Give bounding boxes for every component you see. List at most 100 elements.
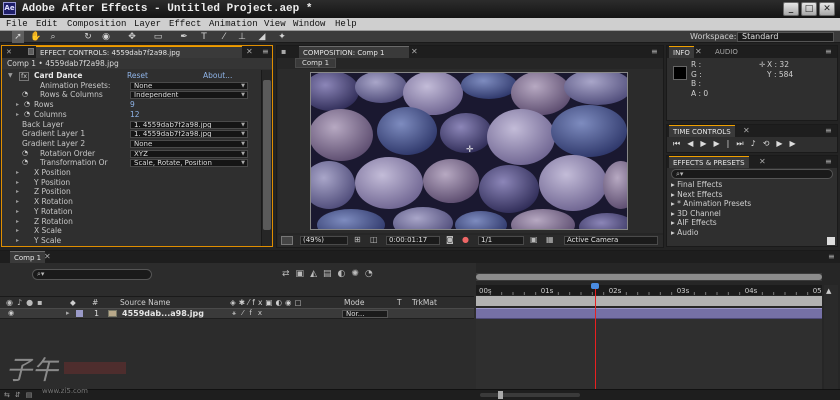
list-item[interactable]: ▸ 3D Channel	[671, 209, 721, 219]
menu-effect[interactable]: Effect	[169, 18, 201, 31]
rectangle-mask-icon[interactable]: ▭	[152, 31, 164, 43]
tab-close-icon[interactable]: ✕	[759, 157, 766, 166]
magnification-dropdown[interactable]: (49%)	[300, 236, 348, 245]
menu-animation[interactable]: Animation	[209, 18, 258, 31]
effects-search-input[interactable]: ⌕▾	[671, 169, 833, 179]
panel-menu-icon[interactable]: ✕	[6, 48, 12, 56]
effect-property-row[interactable]: Back Layer 1. 4559dab7f2a98.jpg	[2, 120, 260, 130]
tab-close-icon[interactable]: ✕	[695, 47, 702, 56]
tab-effects-presets[interactable]: EFFECTS & PRESETS	[669, 156, 749, 168]
effect-property-row[interactable]: ▸ Y Scale	[2, 236, 260, 246]
ram-preview-icon[interactable]: ▶▶	[776, 139, 802, 148]
transparency-grid-icon[interactable]: ▦	[546, 235, 554, 244]
always-preview-icon[interactable]	[281, 236, 293, 245]
property-value[interactable]: 12	[130, 110, 140, 120]
twirl-closed-icon[interactable]: ▸	[16, 236, 19, 246]
rotate-tool-icon[interactable]: ↻	[82, 31, 94, 43]
clone-stamp-icon[interactable]: ⊥	[236, 31, 248, 43]
view-dropdown[interactable]: Active Camera	[564, 236, 658, 245]
menu-help[interactable]: Help	[335, 18, 357, 31]
eye-icon[interactable]: ◉	[8, 309, 14, 318]
selection-tool-icon[interactable]: ➚	[12, 31, 24, 43]
menu-view[interactable]: View	[264, 18, 286, 31]
shy-icon[interactable]: ◭	[310, 269, 323, 279]
column-source-name[interactable]: Source Name	[120, 298, 170, 308]
comp-mini-flowchart-icon[interactable]: ⇄	[282, 269, 296, 279]
pan-behind-icon[interactable]: ✥	[126, 31, 138, 43]
property-dropdown[interactable]: 1. 4559dab7f2a98.jpg	[130, 130, 248, 139]
time-navigator[interactable]	[476, 273, 822, 281]
stopwatch-icon[interactable]: ◔	[22, 158, 28, 168]
layer-switches[interactable]: ⚹⁄fx	[232, 309, 268, 318]
table-row[interactable]: ◉ ▸ 1 4559dab...a98.jpg ⚹⁄fx Nor...	[0, 308, 474, 319]
stopwatch-icon[interactable]: ◔	[22, 90, 28, 100]
menu-file[interactable]: File	[6, 18, 28, 31]
property-dropdown[interactable]: 1. 4559dab7f2a98.jpg	[130, 120, 248, 129]
effect-property-row[interactable]: ▸ Y Position	[2, 178, 260, 188]
twirl-closed-icon[interactable]: ▸	[16, 207, 19, 217]
audio-icon[interactable]: ♪	[751, 139, 763, 148]
effect-controls-scrollbar[interactable]	[261, 70, 272, 246]
tab-effect-controls[interactable]: EFFECT CONTROLS: 4559dab7f2a98.jpg	[36, 46, 242, 58]
panel-options-icon[interactable]: ≡	[651, 47, 658, 56]
label-color-swatch[interactable]	[76, 310, 83, 317]
zoom-slider-thumb[interactable]	[498, 391, 503, 399]
menu-edit[interactable]: Edit	[36, 18, 58, 31]
tab-audio[interactable]: AUDIO	[711, 46, 742, 58]
brush-tool-icon[interactable]: ⁄	[218, 31, 230, 43]
playhead-handle[interactable]	[590, 283, 599, 289]
twirl-open-icon[interactable]: ▼	[8, 71, 13, 81]
list-item[interactable]: ▸ Next Effects	[671, 190, 723, 200]
last-frame-icon[interactable]: ⏭	[736, 139, 750, 148]
effect-property-row[interactable]: ◔ Rows & Columns Independent	[2, 90, 260, 100]
puppet-pin-icon[interactable]: ✦	[276, 31, 288, 43]
navigator-bar[interactable]	[476, 274, 822, 280]
playhead[interactable]	[594, 283, 596, 391]
channel-icon[interactable]: ●	[462, 235, 469, 244]
list-item[interactable]: ▸ Audio	[671, 228, 698, 238]
safe-zones-icon[interactable]: ⊞	[354, 235, 361, 244]
maximize-button[interactable]: □	[801, 2, 817, 16]
effect-property-row[interactable]: ◔ Transformation Or Scale, Rotate, Positio…	[2, 158, 260, 168]
effect-property-row[interactable]: Animation Presets: None	[2, 81, 260, 91]
first-frame-icon[interactable]: ⏮	[673, 139, 687, 148]
effect-property-row[interactable]: ▸ X Rotation	[2, 197, 260, 207]
tab-close-icon[interactable]: ✕	[743, 126, 750, 135]
effect-property-row[interactable]: ▸ X Position	[2, 168, 260, 178]
minimize-button[interactable]: _	[783, 2, 799, 16]
timeline-empty-area[interactable]	[476, 319, 822, 391]
effect-property-row[interactable]: ▸ X Scale	[2, 226, 260, 236]
effect-property-row[interactable]: ▸ Z Position	[2, 187, 260, 197]
graph-editor-icon[interactable]: ◔	[365, 269, 379, 279]
property-value[interactable]: 9	[130, 100, 135, 110]
scrollbar-thumb[interactable]	[263, 80, 271, 230]
property-dropdown[interactable]: Independent	[130, 91, 248, 100]
comp-sub-tab[interactable]: Comp 1	[295, 58, 337, 68]
panel-options-icon[interactable]: ≡	[825, 126, 832, 135]
blend-mode-dropdown[interactable]: Nor...	[342, 310, 388, 318]
effect-property-row[interactable]: ▸ ◔ Rows 9	[2, 100, 260, 110]
property-dropdown[interactable]: Scale, Rotate, Position	[130, 159, 248, 168]
eraser-icon[interactable]: ◢	[256, 31, 268, 43]
twirl-closed-icon[interactable]: ▸	[16, 226, 19, 236]
panel-options-icon[interactable]: ≡	[825, 47, 832, 56]
timeline-vertical-scroll[interactable]: ▲	[824, 285, 838, 391]
composition-viewer[interactable]: ✛	[278, 69, 663, 233]
layer-duration-bar[interactable]	[476, 308, 822, 319]
effect-property-row[interactable]: ◔ Rotation Order XYZ	[2, 149, 260, 159]
snapshot-icon[interactable]: ◙	[446, 235, 454, 244]
time-ruler[interactable]: 00s01s02s03s04s05s	[476, 285, 826, 295]
current-time-display[interactable]: 0:00:01:17	[386, 236, 440, 245]
twirl-closed-icon[interactable]: ▸	[16, 187, 19, 197]
tab-close-icon[interactable]: ✕	[411, 47, 418, 56]
resolution-dropdown[interactable]: 1/1	[478, 236, 524, 245]
motion-blur-icon[interactable]: ◐	[338, 269, 352, 279]
twirl-closed-icon[interactable]: ▸	[16, 110, 19, 120]
prev-frame-icon[interactable]: ◀	[687, 139, 700, 148]
twirl-closed-icon[interactable]: ▸	[16, 178, 19, 188]
twirl-closed-icon[interactable]: ▸	[16, 217, 19, 227]
mask-visibility-icon[interactable]: ◫	[370, 235, 378, 244]
property-dropdown[interactable]: None	[130, 139, 248, 148]
close-button[interactable]: ✕	[819, 2, 835, 16]
layer-name[interactable]: 4559dab...a98.jpg	[122, 309, 204, 318]
